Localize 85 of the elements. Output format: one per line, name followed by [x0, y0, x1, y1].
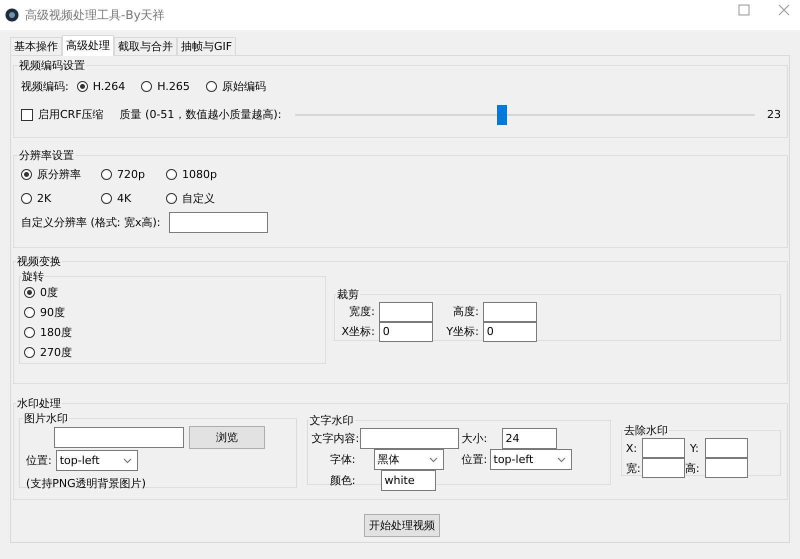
slider-thumb[interactable]: [497, 104, 508, 124]
group-title: 去除水印: [622, 423, 669, 438]
radio-button[interactable]: 1080p: [166, 167, 246, 182]
field-label: 高度:: [452, 304, 479, 319]
radio-icon[interactable]: [101, 169, 112, 180]
field-label: 自定义分辨率 (格式: 宽x高):: [21, 215, 160, 230]
radio-button[interactable]: H.265: [141, 80, 190, 93]
field-label: 大小:: [462, 431, 488, 446]
radio-button[interactable]: 原始编码: [206, 79, 266, 94]
dropdown[interactable]: 黑体: [374, 449, 444, 470]
group-title: 视频变换: [16, 254, 62, 269]
caret-icon: [122, 458, 132, 464]
slider-label: 质量 (0-51，数值越小质量越高):: [120, 107, 282, 122]
radio-icon[interactable]: [24, 306, 35, 318]
input-field[interactable]: [378, 302, 433, 322]
window-title: 高级视频处理工具-By天祥: [25, 6, 166, 24]
dropdown[interactable]: top-left: [56, 450, 138, 471]
radio-button[interactable]: 720p: [101, 167, 166, 182]
input-field[interactable]: [642, 438, 685, 458]
group-title: 图片水印: [23, 411, 69, 426]
radio-button[interactable]: 90度: [24, 304, 65, 320]
field-label: X:: [626, 442, 638, 454]
radio-button[interactable]: 2K: [21, 191, 101, 206]
input-field[interactable]: [54, 427, 184, 448]
input-field[interactable]: [642, 458, 685, 478]
dropdown[interactable]: top-left: [490, 449, 572, 470]
app-icon: [5, 8, 19, 22]
field-label: 宽:: [626, 460, 642, 476]
radio-button[interactable]: 180度: [24, 324, 72, 340]
radio-button[interactable]: 4K: [101, 191, 166, 206]
slider-value: 23: [767, 108, 781, 121]
field-label: 高:: [684, 460, 701, 476]
radio-icon[interactable]: [24, 286, 35, 298]
caret-icon: [428, 456, 438, 462]
group-title: 裁剪: [336, 286, 360, 302]
input-field[interactable]: [482, 302, 537, 322]
radio-icon[interactable]: [76, 81, 88, 92]
radio-button[interactable]: 270度: [24, 344, 72, 360]
group-title: 分辨率设置: [18, 148, 75, 163]
field-label: 宽度:: [348, 304, 375, 319]
radio-icon[interactable]: [166, 169, 177, 180]
input-field[interactable]: [704, 458, 748, 478]
field-label: Y:: [688, 442, 700, 454]
group-title: 视频编码设置: [18, 58, 86, 73]
group-title: 旋转: [21, 269, 45, 284]
field-label: 文字内容:: [312, 431, 360, 446]
browse-button[interactable]: 浏览: [189, 426, 265, 449]
checkbox-icon[interactable]: [21, 108, 33, 120]
input-field[interactable]: 0: [482, 322, 537, 342]
start-button[interactable]: 开始处理视频: [364, 514, 440, 537]
group-title: 水印处理: [16, 396, 62, 411]
input-field[interactable]: 24: [502, 428, 557, 449]
tab[interactable]: 基本操作: [10, 37, 62, 55]
caret-icon: [556, 456, 566, 462]
radio-icon[interactable]: [21, 193, 32, 204]
close-icon: [778, 4, 790, 16]
input-field[interactable]: 0: [378, 322, 433, 342]
radio-button[interactable]: 自定义: [166, 191, 246, 206]
radio-icon[interactable]: [24, 346, 35, 358]
field-label: 位置:: [26, 453, 52, 468]
input-field[interactable]: [168, 212, 268, 233]
input-field[interactable]: [704, 438, 748, 458]
tab[interactable]: 高级处理: [62, 35, 114, 56]
tab[interactable]: 抽帧与GIF: [177, 37, 236, 55]
checkbox[interactable]: 启用CRF压缩: [21, 107, 104, 122]
radio-button[interactable]: H.264: [76, 80, 126, 93]
tab[interactable]: 截取与合并: [114, 37, 177, 55]
radio-icon[interactable]: [206, 81, 217, 92]
radio-icon[interactable]: [24, 326, 35, 338]
maximize-icon: [738, 4, 750, 16]
input-field[interactable]: [360, 428, 459, 449]
radio-icon[interactable]: [21, 169, 32, 180]
field-label: 颜色:: [328, 473, 357, 488]
radio-button[interactable]: 0度: [24, 284, 58, 300]
field-label: 字体:: [328, 452, 357, 467]
radio-icon[interactable]: [141, 81, 152, 92]
group-title: 文字水印: [308, 413, 355, 428]
field-label: Y坐标:: [445, 324, 479, 339]
radio-icon[interactable]: [101, 193, 112, 204]
hint-text: (支持PNG透明背景图片): [26, 476, 147, 491]
field-label: 视频编码:: [21, 79, 69, 94]
radio-button[interactable]: 原分辨率: [21, 167, 101, 182]
radio-icon[interactable]: [166, 193, 177, 204]
field-label: X坐标:: [340, 324, 375, 339]
input-field[interactable]: white: [380, 470, 436, 491]
